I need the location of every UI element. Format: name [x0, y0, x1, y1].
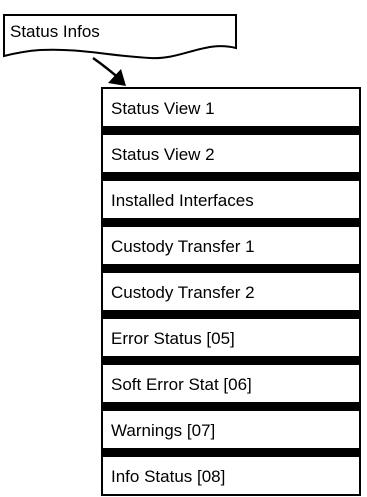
menu-item-label: Warnings [07]	[111, 421, 216, 440]
menu-item-error-status[interactable]: Error Status [05]	[101, 317, 361, 358]
menu-item-label: Status View 1	[111, 99, 215, 118]
menu-item-installed-interfaces[interactable]: Installed Interfaces	[101, 179, 361, 220]
menu-item-status-view-1[interactable]: Status View 1	[101, 87, 361, 128]
menu-item-label: Custody Transfer 1	[111, 237, 255, 256]
menu-item-label: Info Status [08]	[111, 467, 226, 486]
status-menu-diagram: Status Infos Status View 1 Status View 2…	[0, 0, 367, 497]
menu-item-label: Error Status [05]	[111, 329, 235, 348]
menu-item-label: Installed Interfaces	[111, 191, 254, 210]
menu-item-info-status[interactable]: Info Status [08]	[101, 455, 361, 496]
header-label: Status Infos	[10, 22, 100, 41]
menu-item-custody-transfer-1[interactable]: Custody Transfer 1	[101, 225, 361, 266]
menu-item-warnings[interactable]: Warnings [07]	[101, 409, 361, 450]
menu-item-custody-transfer-2[interactable]: Custody Transfer 2	[101, 271, 361, 312]
menu-item-label: Soft Error Stat [06]	[111, 375, 252, 394]
menu-item-label: Custody Transfer 2	[111, 283, 255, 302]
menu-item-status-view-2[interactable]: Status View 2	[101, 133, 361, 174]
menu-item-label: Status View 2	[111, 145, 215, 164]
menu-item-soft-error-stat[interactable]: Soft Error Stat [06]	[101, 363, 361, 404]
